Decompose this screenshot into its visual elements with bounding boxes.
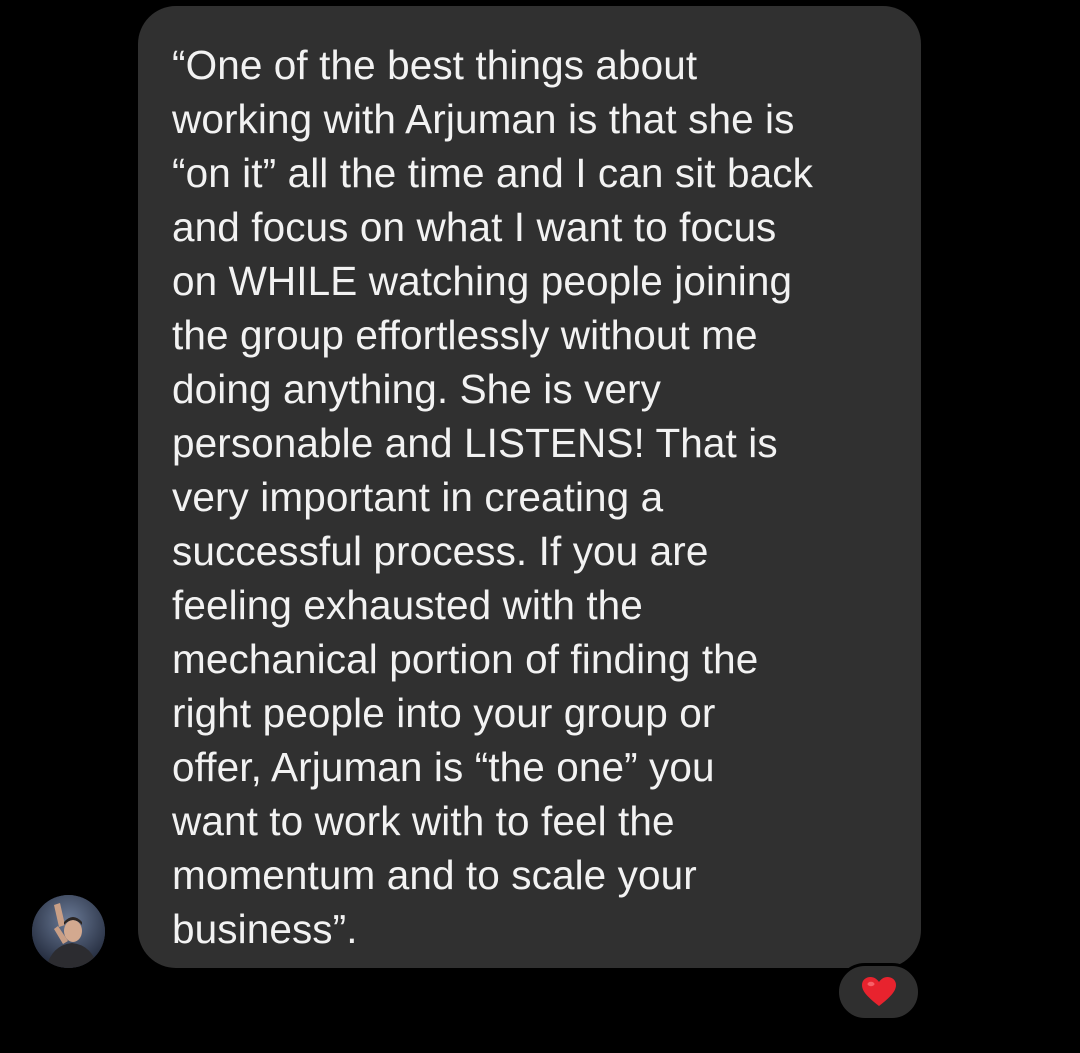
profile-photo-icon (32, 895, 105, 968)
message-line: very important in creating a (172, 474, 664, 520)
message-line: successful process. If you are (172, 528, 709, 574)
message-line: and focus on what I want to focus (172, 204, 777, 250)
message-line: on WHILE watching people joining (172, 258, 793, 304)
message-line: personable and LISTENS! That is (172, 420, 778, 466)
chat-thread: “One of the best things about working wi… (0, 0, 1080, 1053)
message-line: business”. (172, 906, 358, 952)
message-line: want to work with to feel the (172, 798, 675, 844)
message-text: “One of the best things about working wi… (172, 38, 901, 956)
message-line: working with Arjuman is that she is (172, 96, 795, 142)
message-line: “One of the best things about (172, 42, 698, 88)
message-line: feeling exhausted with the (172, 582, 643, 628)
message-line: offer, Arjuman is “the one” you (172, 744, 715, 790)
message-bubble[interactable]: “One of the best things about working wi… (138, 6, 921, 968)
sender-avatar[interactable] (32, 895, 105, 968)
message-line: mechanical portion of finding the (172, 636, 759, 682)
message-line: right people into your group or (172, 690, 716, 736)
message-line: “on it” all the time and I can sit back (172, 150, 813, 196)
message-line: the group effortlessly without me (172, 312, 758, 358)
red-heart-icon (861, 977, 896, 1006)
message-line: momentum and to scale your (172, 852, 697, 898)
message-line: doing anything. She is very (172, 366, 661, 412)
reaction-badge[interactable] (836, 963, 921, 1021)
